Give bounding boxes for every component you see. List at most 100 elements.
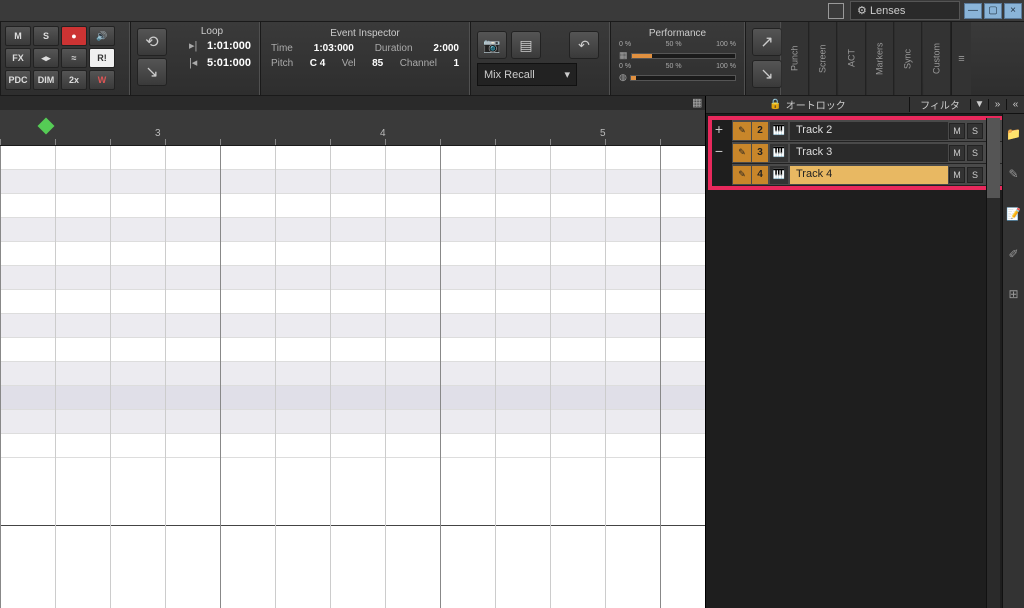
channel-value[interactable]: 1	[453, 58, 459, 69]
inspector-header: Event Inspector	[265, 26, 465, 41]
lenses-dropdown[interactable]: ⚙ Lenses	[850, 1, 960, 20]
gridline	[605, 146, 606, 608]
write-button[interactable]: W	[89, 70, 115, 90]
time-value[interactable]: 1:03:000	[314, 43, 354, 54]
menu-icon[interactable]: ≡	[951, 22, 971, 95]
track-add-column: + −	[710, 118, 728, 162]
track-solo-button[interactable]: S	[967, 145, 983, 161]
maximize-button[interactable]: ▢	[984, 3, 1002, 19]
note-row[interactable]	[0, 266, 705, 290]
act-tab[interactable]: ACT	[838, 22, 866, 95]
crop-icon[interactable]	[828, 3, 844, 19]
track-row[interactable]: ✎4🎹Track 4MS▼	[732, 164, 1018, 186]
dim-button[interactable]: DIM	[33, 70, 59, 90]
expand-right-icon[interactable]: »	[988, 99, 1006, 110]
pencil-icon[interactable]: ✎	[1003, 154, 1024, 194]
track-mute-button[interactable]: M	[949, 145, 965, 161]
loop-set-button[interactable]: ↘	[137, 58, 167, 86]
gridline	[660, 146, 661, 608]
note-row[interactable]	[0, 386, 705, 410]
monitor-button[interactable]: 🔊	[89, 26, 115, 46]
vel-label: Vel	[342, 58, 356, 69]
track-name-field[interactable]: Track 2	[790, 122, 948, 140]
mix-recall-dropdown[interactable]: Mix Recall ▾	[477, 63, 577, 86]
track-solo-button[interactable]: S	[967, 167, 983, 183]
solo-button[interactable]: S	[33, 26, 59, 46]
document-icon[interactable]: ▤	[511, 31, 541, 59]
pencil-icon[interactable]: ✎	[733, 166, 751, 184]
screen-tab[interactable]: Screen	[809, 22, 837, 95]
gridline	[0, 146, 1, 608]
fx-button[interactable]: FX	[5, 48, 31, 68]
custom-tab[interactable]: Custom	[923, 22, 951, 95]
folder-icon[interactable]: 📁	[1003, 114, 1024, 154]
note-row[interactable]	[0, 194, 705, 218]
edit-icon[interactable]: ✐	[1003, 234, 1024, 274]
track-mute-button[interactable]: M	[949, 123, 965, 139]
nudge-button[interactable]: ◂▸	[33, 48, 59, 68]
2x-button[interactable]: 2x	[61, 70, 87, 90]
sync-tab[interactable]: Sync	[894, 22, 922, 95]
track-name-field[interactable]: Track 4	[790, 166, 948, 184]
note-row[interactable]	[0, 458, 705, 526]
note-row[interactable]	[0, 314, 705, 338]
note-row[interactable]	[0, 146, 705, 170]
midi-icon[interactable]: 🎹	[770, 122, 788, 140]
autolock-button[interactable]: 🔒 オートロック	[706, 97, 910, 112]
track-row[interactable]: ✎3🎹Track 3MS▼	[732, 142, 1018, 164]
note-row[interactable]	[0, 218, 705, 242]
midi-icon[interactable]: 🎹	[770, 166, 788, 184]
track-number: 4	[752, 166, 768, 184]
note-row[interactable]	[0, 434, 705, 458]
pdc-button[interactable]: PDC	[5, 70, 31, 90]
properties-icon[interactable]: ⊞	[1003, 274, 1024, 314]
loop-toggle-button[interactable]: ⟲	[137, 28, 167, 56]
duration-value[interactable]: 2:000	[433, 43, 459, 54]
loop-start-value[interactable]: 1:01:000	[207, 40, 251, 52]
punch-tab[interactable]: Punch	[781, 22, 809, 95]
note-row[interactable]	[0, 242, 705, 266]
track-mute-button[interactable]: M	[949, 167, 965, 183]
mute-button[interactable]: M	[5, 26, 31, 46]
track-name-field[interactable]: Track 3	[790, 144, 948, 162]
note-row[interactable]	[0, 170, 705, 194]
camera-icon[interactable]: 📷	[477, 31, 507, 59]
note-row[interactable]	[0, 338, 705, 362]
loop-start-icon: ▸|	[189, 39, 203, 52]
remove-track-button[interactable]: −	[710, 140, 728, 162]
pencil-icon[interactable]: ✎	[733, 144, 751, 162]
track-row[interactable]: ✎2🎹Track 2MS▼	[732, 120, 1018, 142]
midi-icon[interactable]: 🎹	[770, 144, 788, 162]
gridline	[440, 146, 441, 608]
close-button[interactable]: ×	[1004, 3, 1022, 19]
track-scrollbar[interactable]	[986, 118, 1000, 608]
filter-icon[interactable]: ▼	[970, 99, 988, 110]
note-row[interactable]	[0, 410, 705, 434]
record-button[interactable]: ●	[61, 26, 87, 46]
track-solo-button[interactable]: S	[967, 123, 983, 139]
piano-roll-grid[interactable]	[0, 146, 705, 608]
read-button[interactable]: R!	[89, 48, 115, 68]
wave-button[interactable]: ≈	[61, 48, 87, 68]
note-row[interactable]	[0, 290, 705, 314]
gear-icon: ⚙	[857, 4, 867, 17]
pencil-icon[interactable]: ✎	[733, 122, 751, 140]
pitch-value[interactable]: C 4	[310, 58, 326, 69]
add-track-button[interactable]: +	[710, 118, 728, 140]
note-row[interactable]	[0, 362, 705, 386]
markers-tab[interactable]: Markers	[866, 22, 894, 95]
mix-recall-label: Mix Recall	[484, 69, 535, 81]
time-label: Time	[271, 43, 293, 54]
undo-button[interactable]: ↶	[569, 31, 599, 59]
marker-add-button[interactable]: ↗	[752, 28, 782, 56]
collapse-left-icon[interactable]: «	[1006, 99, 1024, 110]
transport-button-group: M S ● 🔊 FX ◂▸ ≈ R! PDC DIM 2x W	[0, 22, 130, 95]
loop-end-value[interactable]: 5:01:000	[207, 57, 251, 69]
note-icon[interactable]: 📝	[1003, 194, 1024, 234]
vel-value[interactable]: 85	[372, 58, 383, 69]
filter-label[interactable]: フィルタ	[910, 97, 970, 112]
minimize-button[interactable]: —	[964, 3, 982, 19]
timeline-ruler[interactable]: 3 4 5	[0, 110, 705, 146]
gridline	[55, 146, 56, 608]
marker-jump-button[interactable]: ↘	[752, 60, 782, 88]
